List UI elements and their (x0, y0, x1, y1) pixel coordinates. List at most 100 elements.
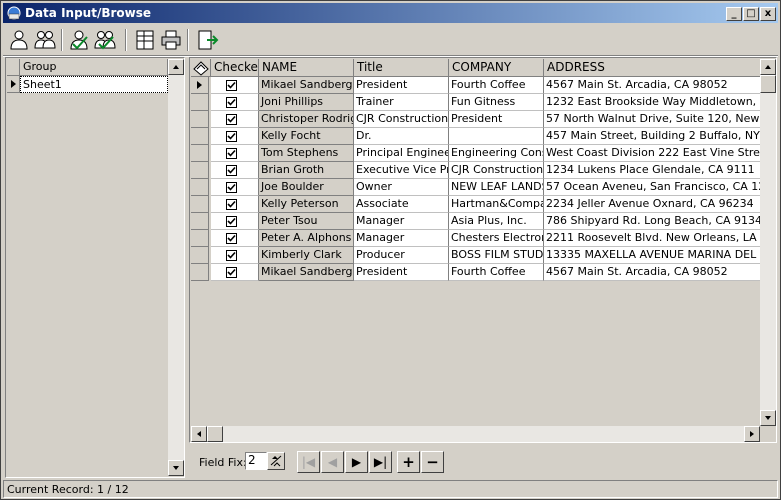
row-selector[interactable] (191, 213, 209, 230)
cell-title[interactable]: Owner (354, 179, 449, 196)
column-header-address[interactable]: ADDRESS (544, 59, 760, 77)
scroll-down-button[interactable] (168, 460, 184, 476)
cell-company[interactable]: President (449, 111, 544, 128)
grid-corner-header[interactable] (191, 59, 211, 77)
cell-address[interactable]: 1232 East Brookside Way Middletown, OH 0… (544, 94, 760, 111)
users-check-icon[interactable] (93, 28, 117, 52)
previous-record-button[interactable]: ◀ (321, 451, 344, 473)
cell-title[interactable]: President (354, 77, 449, 94)
table-row[interactable]: Mikael Sandberg President Fourth Coffee 456… (191, 77, 760, 94)
checked-checkbox[interactable] (226, 80, 237, 91)
scroll-thumb[interactable] (207, 426, 223, 442)
group-row[interactable]: Sheet1 (7, 76, 168, 93)
cell-address[interactable]: West Coast Division 222 East Vine Street… (544, 145, 760, 162)
field-fix-input[interactable]: 2 (245, 452, 267, 470)
checked-checkbox[interactable] (226, 131, 237, 142)
checked-checkbox[interactable] (226, 250, 237, 261)
column-header-company[interactable]: COMPANY (449, 59, 544, 77)
cell-company[interactable]: BOSS FILM STUDI (449, 247, 544, 264)
row-selector[interactable] (191, 77, 209, 94)
cell-address[interactable]: 457 Main Street, Building 2 Buffalo, NY … (544, 128, 760, 145)
scroll-up-button[interactable] (760, 59, 776, 75)
cell-address[interactable]: 2234 Jeller Avenue Oxnard, CA 96234 (544, 196, 760, 213)
user-icon[interactable] (7, 28, 31, 52)
cell-company[interactable]: Hartman&Company, (449, 196, 544, 213)
cell-name[interactable]: Mikael Sandberg (259, 77, 354, 94)
cell-company[interactable]: Fun Gitness (449, 94, 544, 111)
group-item[interactable]: Sheet1 (20, 76, 168, 93)
cell-name[interactable]: Kelly Focht (259, 128, 354, 145)
cell-title[interactable]: Associate (354, 196, 449, 213)
row-selector[interactable] (7, 76, 20, 93)
cell-address[interactable]: 4567 Main St. Arcadia, CA 98052 (544, 264, 760, 281)
cell-company[interactable]: Asia Plus, Inc. (449, 213, 544, 230)
cell-company[interactable]: Fourth Coffee (449, 77, 544, 94)
table-row[interactable]: Peter Tsou Manager Asia Plus, Inc. 786 Ship… (191, 213, 760, 230)
table-row[interactable]: Kelly PetersonAssociateHartman&Company,2… (191, 196, 760, 213)
cell-title[interactable]: President (354, 264, 449, 281)
checked-checkbox[interactable] (226, 216, 237, 227)
checked-checkbox[interactable] (226, 165, 237, 176)
column-header-title[interactable]: Title (354, 59, 449, 77)
cell-name[interactable]: Kelly Peterson (259, 196, 354, 213)
cell-name[interactable]: Brian Groth (259, 162, 354, 179)
group-vertical-scrollbar[interactable] (168, 59, 184, 476)
table-row[interactable]: Peter A. AlphonsManagerChesters Electron… (191, 230, 760, 247)
cell-address[interactable]: 786 Shipyard Rd. Long Beach, CA 91345 (544, 213, 760, 230)
users-icon[interactable] (33, 28, 57, 52)
cell-name[interactable]: Tom Stephens (259, 145, 354, 162)
row-selector[interactable] (191, 162, 209, 179)
scroll-right-button[interactable] (744, 426, 760, 442)
table-row[interactable]: Mikael Sandberg President Fourth Coffee 456… (191, 264, 760, 281)
first-record-button[interactable]: |◀ (297, 451, 320, 473)
cell-company[interactable]: CJR Construction (449, 162, 544, 179)
minimize-button[interactable]: _ (726, 7, 742, 21)
cell-company[interactable]: Chesters Electronic (449, 230, 544, 247)
cell-name[interactable]: Joe Boulder (259, 179, 354, 196)
row-selector[interactable] (191, 247, 209, 264)
column-header-checked[interactable]: Checked (211, 59, 259, 77)
close-button[interactable]: x (760, 7, 776, 21)
exit-icon[interactable] (195, 28, 219, 52)
scroll-down-button[interactable] (760, 410, 776, 426)
checked-checkbox[interactable] (226, 97, 237, 108)
cell-title[interactable]: Manager (354, 230, 449, 247)
row-selector[interactable] (191, 196, 209, 213)
row-selector[interactable] (191, 111, 209, 128)
cell-company[interactable]: Engineering Consul (449, 145, 544, 162)
table-row[interactable]: Joe Boulder Owner NEW LEAF LANDS 57 Ocean A… (191, 179, 760, 196)
cell-title[interactable]: Producer (354, 247, 449, 264)
grid-vertical-scrollbar[interactable] (760, 59, 776, 426)
delete-record-button[interactable]: − (421, 451, 444, 473)
cell-name[interactable]: Peter A. Alphons (259, 230, 354, 247)
row-selector[interactable] (191, 230, 209, 247)
last-record-button[interactable]: ▶| (369, 451, 392, 473)
add-record-button[interactable]: + (397, 451, 420, 473)
scroll-up-button[interactable] (168, 59, 184, 75)
field-fix-spinner[interactable] (267, 452, 285, 470)
cell-address[interactable]: 57 Ocean Aveneu, San Francisco, CA 12329 (544, 179, 760, 196)
table-row[interactable]: Christoper RodrigueCJR ConstructionPresi… (191, 111, 760, 128)
table-row[interactable]: Tom Stephens Principal Engineer Engineerin… (191, 145, 760, 162)
group-column-header[interactable]: Group (20, 59, 168, 76)
checked-checkbox[interactable] (226, 233, 237, 244)
cell-name[interactable]: Mikael Sandberg (259, 264, 354, 281)
checked-checkbox[interactable] (226, 199, 237, 210)
grid-horizontal-scrollbar[interactable] (191, 426, 760, 442)
cell-title[interactable]: Trainer (354, 94, 449, 111)
row-selector[interactable] (191, 264, 209, 281)
cell-address[interactable]: 13335 MAXELLA AVENUE MARINA DEL RA (544, 247, 760, 264)
cell-address[interactable]: 4567 Main St. Arcadia, CA 98052 (544, 77, 760, 94)
cell-address[interactable]: 57 North Walnut Drive, Suite 120, New Or… (544, 111, 760, 128)
table-row[interactable]: Kimberly Clark Producer BOSS FILM STUDI 133… (191, 247, 760, 264)
cell-title[interactable]: Principal Engineer (354, 145, 449, 162)
cell-company[interactable]: NEW LEAF LANDS (449, 179, 544, 196)
cell-company[interactable]: Fourth Coffee (449, 264, 544, 281)
layout-icon[interactable] (133, 28, 157, 52)
print-icon[interactable] (159, 28, 183, 52)
cell-title[interactable]: Manager (354, 213, 449, 230)
cell-company[interactable] (449, 128, 544, 145)
cell-name[interactable]: Joni Phillips (259, 94, 354, 111)
cell-address[interactable]: 2211 Roosevelt Blvd. New Orleans, LA 701… (544, 230, 760, 247)
row-selector[interactable] (191, 94, 209, 111)
